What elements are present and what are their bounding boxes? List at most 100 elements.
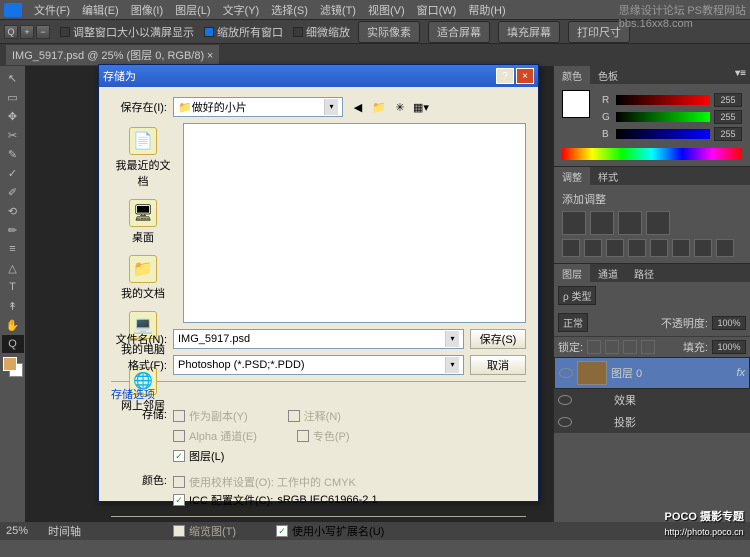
format-combo[interactable]: Photoshop (*.PSD;*.PDD)▾ — [173, 355, 464, 375]
g-value[interactable]: 255 — [714, 110, 742, 124]
adj-preset[interactable] — [618, 211, 642, 235]
crop-tool[interactable]: ✂ — [2, 126, 24, 144]
chk-resize[interactable] — [60, 27, 70, 37]
place-desktop[interactable]: 🖥桌面 — [111, 195, 175, 249]
chk-icc[interactable]: ✓ — [173, 494, 185, 506]
adj-icon[interactable] — [672, 239, 690, 257]
tab-channels[interactable]: 通道 — [590, 264, 626, 283]
hand-tool[interactable]: ✋ — [2, 316, 24, 334]
b-slider[interactable] — [616, 129, 710, 139]
path-tool[interactable]: ↟ — [2, 297, 24, 315]
color-swatch[interactable] — [3, 357, 23, 377]
heal-tool[interactable]: ✓ — [2, 164, 24, 182]
place-documents[interactable]: 📁我的文档 — [111, 251, 175, 305]
zoom-tool-icon[interactable]: Q — [4, 25, 18, 39]
gradient-tool[interactable]: ≡ — [2, 240, 24, 258]
adj-icon[interactable] — [694, 239, 712, 257]
up-icon[interactable]: 📁 — [370, 98, 388, 116]
adj-preset[interactable] — [646, 211, 670, 235]
lock-transparent-icon[interactable] — [587, 340, 601, 354]
save-button[interactable]: 保存(S) — [470, 329, 526, 349]
file-list[interactable] — [183, 123, 526, 323]
visibility-icon[interactable] — [558, 395, 572, 405]
tab-paths[interactable]: 路径 — [626, 264, 662, 283]
menu-type[interactable]: 文字(Y) — [217, 0, 266, 20]
pen-tool[interactable]: △ — [2, 259, 24, 277]
adj-preset[interactable] — [590, 211, 614, 235]
adj-icon[interactable] — [628, 239, 646, 257]
menu-select[interactable]: 选择(S) — [265, 0, 314, 20]
adj-preset[interactable] — [562, 211, 586, 235]
btn-actual-pixels[interactable]: 实际像素 — [358, 21, 420, 43]
marquee-tool[interactable]: ▭ — [2, 88, 24, 106]
fill-input[interactable] — [712, 340, 746, 354]
menu-help[interactable]: 帮助(H) — [462, 0, 511, 20]
adj-icon[interactable] — [606, 239, 624, 257]
lasso-tool[interactable]: ✥ — [2, 107, 24, 125]
dialog-titlebar[interactable]: 存储为 ? × — [99, 65, 538, 87]
tab-styles[interactable]: 样式 — [590, 167, 626, 186]
lock-position-icon[interactable] — [623, 340, 637, 354]
layer-thumbnail[interactable] — [577, 361, 607, 385]
chevron-down-icon[interactable]: ▾ — [445, 357, 459, 373]
chk-layers[interactable]: ✓ — [173, 450, 185, 462]
chevron-down-icon[interactable]: ▾ — [445, 331, 459, 347]
g-slider[interactable] — [616, 112, 710, 122]
stamp-tool[interactable]: ⟲ — [2, 202, 24, 220]
brush-tool[interactable]: ✐ — [2, 183, 24, 201]
chk-all-windows[interactable] — [204, 27, 214, 37]
menu-image[interactable]: 图像(I) — [125, 0, 169, 20]
adj-icon[interactable] — [650, 239, 668, 257]
cancel-button[interactable]: 取消 — [470, 355, 526, 375]
timeline-label[interactable]: 时间轴 — [48, 523, 81, 539]
menu-filter[interactable]: 滤镜(T) — [314, 0, 362, 20]
b-value[interactable]: 255 — [714, 127, 742, 141]
btn-fill-screen[interactable]: 填充屏幕 — [498, 21, 560, 43]
tab-swatches[interactable]: 色板 — [590, 66, 626, 85]
foreground-color[interactable] — [562, 90, 590, 118]
r-value[interactable]: 255 — [714, 93, 742, 107]
adj-icon[interactable] — [716, 239, 734, 257]
adj-icon[interactable] — [562, 239, 580, 257]
blend-mode[interactable]: 正常 — [558, 313, 588, 332]
menu-file[interactable]: 文件(F) — [28, 0, 76, 20]
menu-view[interactable]: 视图(V) — [362, 0, 411, 20]
r-slider[interactable] — [616, 95, 710, 105]
menu-layer[interactable]: 图层(L) — [169, 0, 216, 20]
layer-effect-row[interactable]: 投影 — [554, 411, 750, 433]
new-folder-icon[interactable]: ✳ — [391, 98, 409, 116]
zoom-tool[interactable]: Q — [2, 335, 24, 353]
layer-effect-row[interactable]: 效果 — [554, 389, 750, 411]
app-logo[interactable] — [4, 3, 22, 17]
close-button[interactable]: × — [516, 68, 534, 84]
tab-layers[interactable]: 图层 — [554, 264, 590, 283]
zoom-in-icon[interactable]: + — [20, 25, 34, 39]
help-button[interactable]: ? — [496, 68, 514, 84]
filename-input[interactable]: IMG_5917.psd▾ — [173, 329, 464, 349]
zoom-level[interactable]: 25% — [6, 525, 28, 537]
chk-lowercase[interactable]: ✓ — [276, 525, 288, 537]
type-tool[interactable]: T — [2, 278, 24, 296]
eyedropper-tool[interactable]: ✎ — [2, 145, 24, 163]
tab-close-icon[interactable]: × — [207, 50, 213, 62]
eraser-tool[interactable]: ✏ — [2, 221, 24, 239]
menu-edit[interactable]: 编辑(E) — [76, 0, 125, 20]
lock-all-icon[interactable] — [641, 340, 655, 354]
tab-color[interactable]: 颜色 — [554, 66, 590, 85]
spectrum-bar[interactable] — [562, 148, 742, 160]
visibility-icon[interactable] — [558, 417, 572, 427]
chevron-down-icon[interactable]: ▾ — [324, 99, 338, 115]
zoom-out-icon[interactable]: − — [36, 25, 50, 39]
place-recent[interactable]: 📄我最近的文档 — [111, 123, 175, 193]
chk-as-copy[interactable] — [173, 410, 185, 422]
visibility-icon[interactable] — [559, 368, 573, 378]
adj-icon[interactable] — [584, 239, 602, 257]
layer-filter[interactable]: ρ 类型 — [558, 286, 596, 305]
save-in-combo[interactable]: 📁 做好的小片▾ — [173, 97, 343, 117]
menu-window[interactable]: 窗口(W) — [411, 0, 463, 20]
move-tool[interactable]: ↖ — [2, 69, 24, 87]
lock-pixels-icon[interactable] — [605, 340, 619, 354]
panel-menu-icon[interactable]: ▾≡ — [735, 68, 746, 79]
opacity-input[interactable] — [712, 316, 746, 330]
views-icon[interactable]: ▦▾ — [412, 98, 430, 116]
